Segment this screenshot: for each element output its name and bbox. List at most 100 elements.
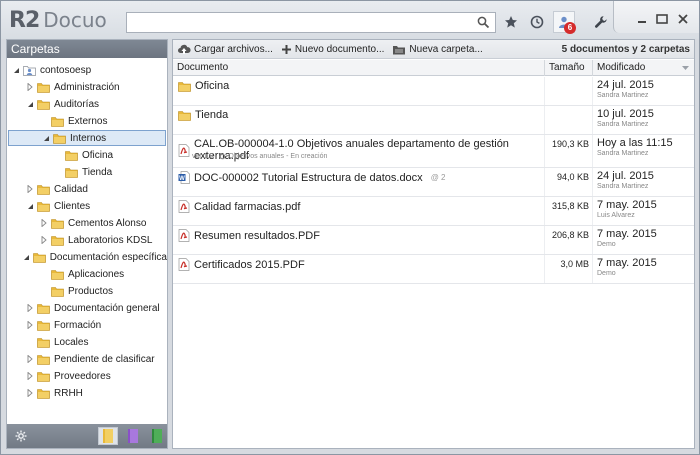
document-meta-line: ver 1.0 Objetivos anuales - En creación: [192, 153, 327, 160]
tree-expand-icon[interactable]: [25, 388, 35, 398]
upload-files-button[interactable]: Cargar archivos...: [177, 44, 273, 55]
document-name[interactable]: Tienda: [195, 109, 228, 121]
view-folders-green-icon[interactable]: [147, 427, 167, 445]
tree-collapse-icon[interactable]: [25, 99, 35, 109]
cell-document: CAL.OB-000004-1.0 Objetivos anuales depa…: [173, 135, 545, 167]
document-name-line: W DOC-000002 Tutorial Estructura de datos…: [178, 171, 445, 184]
folder-icon: [53, 133, 66, 144]
tree-item[interactable]: Pendiente de clasificar: [7, 351, 167, 367]
tree-expand-icon[interactable]: [25, 303, 35, 313]
tree-expand-icon[interactable]: [25, 82, 35, 92]
document-name[interactable]: Calidad farmacias.pdf: [194, 201, 300, 213]
table-row[interactable]: Oficina 24 jul. 2015 Sandra Martinez: [173, 77, 694, 106]
column-modified-label: Modificado: [597, 62, 646, 73]
new-folder-button[interactable]: Nueva carpeta...: [392, 43, 483, 55]
items-summary: 5 documentos y 2 carpetas: [561, 44, 690, 55]
folder-icon: [178, 110, 191, 121]
maximize-button[interactable]: [653, 11, 671, 27]
tree-item[interactable]: Productos: [7, 283, 167, 299]
tree-item[interactable]: Administración: [7, 79, 167, 95]
folder-icon: [37, 303, 50, 314]
tree-item[interactable]: Externos: [7, 113, 167, 129]
document-name[interactable]: Certificados 2015.PDF: [194, 259, 305, 271]
table-row[interactable]: Resumen resultados.PDF 206,8 KB 7 may. 201…: [173, 226, 694, 255]
column-modified[interactable]: Modificado: [593, 60, 694, 76]
column-size[interactable]: Tamaño: [545, 60, 593, 76]
document-name[interactable]: Resumen resultados.PDF: [194, 230, 320, 242]
tree-item[interactable]: Auditorías: [7, 96, 167, 112]
folder-icon: [37, 184, 50, 195]
tree-item[interactable]: Documentación específica: [7, 249, 167, 265]
sidebar-settings-icon[interactable]: [11, 427, 31, 445]
search-icon[interactable]: [477, 16, 490, 29]
folder-tree: contosoesp Administración Auditorías Extern…: [7, 58, 167, 424]
cell-document: Calidad farmacias.pdf: [173, 197, 545, 225]
table-row[interactable]: W DOC-000002 Tutorial Estructura de datos…: [173, 168, 694, 197]
tree-collapse-icon[interactable]: [25, 201, 35, 211]
tree-item[interactable]: Locales: [7, 334, 167, 350]
tree-item[interactable]: Documentación general: [7, 300, 167, 316]
tree-toggle-spacer: [39, 116, 49, 126]
tree-expand-icon[interactable]: [25, 354, 35, 364]
search-box[interactable]: [126, 12, 496, 33]
tree-item[interactable]: Laboratorios KDSL: [7, 232, 167, 248]
cell-modified: 7 may. 2015 Demo: [593, 226, 694, 254]
modified-date: 24 jul. 2015: [597, 79, 654, 91]
column-document[interactable]: Documento: [173, 60, 545, 76]
minimize-button[interactable]: [633, 11, 651, 27]
close-button[interactable]: [674, 11, 692, 27]
modified-user: Sandra Martinez: [597, 150, 649, 157]
document-name[interactable]: DOC-000002 Tutorial Estructura de datos.…: [194, 172, 423, 184]
tree-item[interactable]: Aplicaciones: [7, 266, 167, 282]
cell-document: Certificados 2015.PDF: [173, 255, 545, 283]
table-row[interactable]: CAL.OB-000004-1.0 Objetivos anuales depa…: [173, 135, 694, 168]
upload-files-label: Cargar archivos...: [194, 43, 273, 55]
user-folder-icon: [23, 65, 36, 76]
new-document-button[interactable]: Nuevo documento...: [281, 44, 384, 55]
view-folders-purple-icon[interactable]: [123, 427, 143, 445]
tree-item[interactable]: Tienda: [7, 164, 167, 180]
tree-item-label: Proveedores: [54, 370, 111, 382]
tree-item-label: RRHH: [54, 387, 83, 399]
tree-expand-icon[interactable]: [39, 218, 49, 228]
new-folder-label: Nueva carpeta...: [409, 43, 483, 55]
tree-item[interactable]: Internos: [8, 130, 166, 146]
documents-panel: Cargar archivos... Nuevo documento... Nu…: [172, 39, 695, 449]
tree-collapse-icon[interactable]: [41, 133, 51, 143]
table-row[interactable]: Tienda 10 jul. 2015 Sandra Martinez: [173, 106, 694, 135]
tree-item[interactable]: contosoesp: [7, 62, 167, 78]
logo-r2: R2: [9, 7, 40, 33]
tree-item[interactable]: Cementos Alonso: [7, 215, 167, 231]
view-folders-yellow-icon[interactable]: [98, 427, 118, 445]
tree-item[interactable]: Proveedores: [7, 368, 167, 384]
cell-modified: 24 jul. 2015 Sandra Martinez: [593, 77, 694, 105]
tree-expand-icon[interactable]: [25, 371, 35, 381]
cell-size: 190,3 KB: [545, 135, 593, 167]
search-input[interactable]: [127, 13, 467, 32]
tree-collapse-icon[interactable]: [11, 65, 21, 75]
table-row[interactable]: Calidad farmacias.pdf 315,8 KB 7 may. 2015…: [173, 197, 694, 226]
folder-icon: [37, 99, 50, 110]
tree-expand-icon[interactable]: [25, 320, 35, 330]
tree-item-label: Formación: [54, 319, 102, 331]
cloud-upload-icon: [178, 44, 191, 54]
tree-expand-icon[interactable]: [25, 184, 35, 194]
table-row[interactable]: Certificados 2015.PDF 3,0 MB 7 may. 2015 De…: [173, 255, 694, 284]
pdf-file-icon: [178, 258, 190, 271]
tree-item[interactable]: Oficina: [7, 147, 167, 163]
tree-expand-icon[interactable]: [39, 235, 49, 245]
tree-item[interactable]: RRHH: [7, 385, 167, 401]
cell-size: 94,0 KB: [545, 168, 593, 196]
tree-item[interactable]: Calidad: [7, 181, 167, 197]
recent-clock-icon[interactable]: [526, 11, 548, 33]
tree-item[interactable]: Clientes: [7, 198, 167, 214]
settings-wrench-icon[interactable]: [590, 11, 612, 33]
user-notifications-button[interactable]: 6: [553, 11, 576, 34]
folder-icon: [37, 320, 50, 331]
document-name[interactable]: Oficina: [195, 80, 229, 92]
tree-item[interactable]: Formación: [7, 317, 167, 333]
tree-collapse-icon[interactable]: [22, 252, 30, 262]
cell-document: Tienda: [173, 106, 545, 134]
word-file-icon: W: [178, 171, 190, 184]
favorites-star-icon[interactable]: [500, 11, 522, 33]
